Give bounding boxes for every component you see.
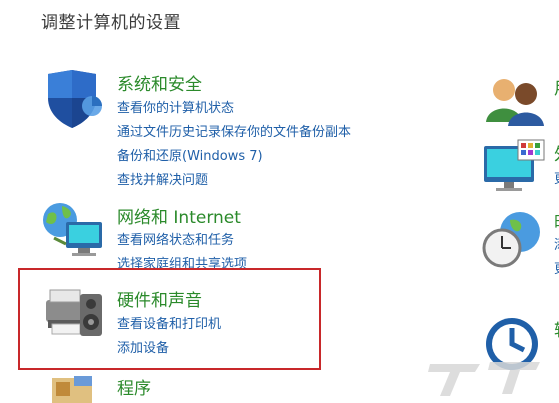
category-title-system-security[interactable]: 系统和安全 (117, 70, 202, 95)
link-add-device[interactable]: 添加设备 (117, 337, 169, 356)
link-view-computer-status[interactable]: 查看你的计算机状态 (117, 97, 234, 116)
category-title-network-internet[interactable]: 网络和 Internet (117, 203, 241, 228)
category-title-programs[interactable]: 程序 (117, 374, 151, 399)
right-title-fragment-1[interactable]: 用 (554, 74, 559, 99)
appearance-icon[interactable] (482, 138, 548, 194)
clock-region-icon[interactable] (480, 210, 546, 270)
shield-icon[interactable] (40, 68, 104, 130)
right-link-fragment-3[interactable]: 更 (554, 258, 559, 277)
link-network-status[interactable]: 查看网络状态和任务 (117, 229, 234, 248)
printer-speaker-icon[interactable] (40, 280, 108, 342)
site-watermark-logo (428, 362, 540, 396)
right-title-fragment-3[interactable]: 时 (554, 208, 559, 233)
link-backup-restore[interactable]: 备份和还原(Windows 7) (117, 145, 263, 164)
network-globe-icon[interactable] (40, 200, 106, 260)
link-troubleshoot[interactable]: 查找并解决问题 (117, 169, 208, 188)
right-column: 用 外 更 时 添 更 轻 (478, 0, 559, 403)
programs-icon[interactable] (50, 374, 96, 403)
right-title-fragment-4[interactable]: 轻 (554, 316, 559, 341)
right-link-fragment-2[interactable]: 添 (554, 234, 559, 253)
link-file-history-backup[interactable]: 通过文件历史记录保存你的文件备份副本 (117, 121, 351, 140)
right-link-fragment-1[interactable]: 更 (554, 168, 559, 187)
page-title: 调整计算机的设置 (41, 13, 181, 33)
link-devices-printers[interactable]: 查看设备和打印机 (117, 313, 221, 332)
right-title-fragment-2[interactable]: 外 (554, 140, 559, 165)
user-accounts-icon[interactable] (484, 74, 546, 126)
category-title-hardware-sound[interactable]: 硬件和声音 (117, 286, 202, 311)
